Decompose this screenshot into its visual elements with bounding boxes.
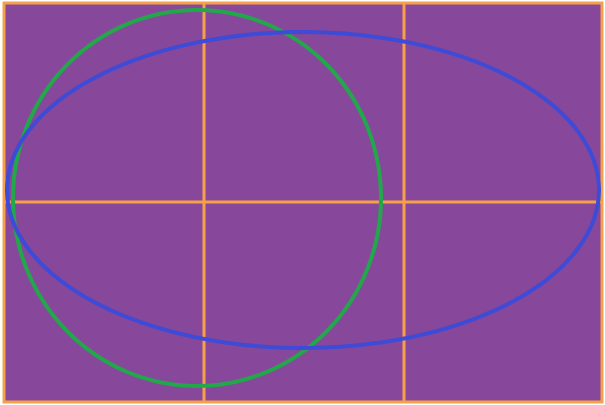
diagram-canvas: [2, 1, 604, 404]
